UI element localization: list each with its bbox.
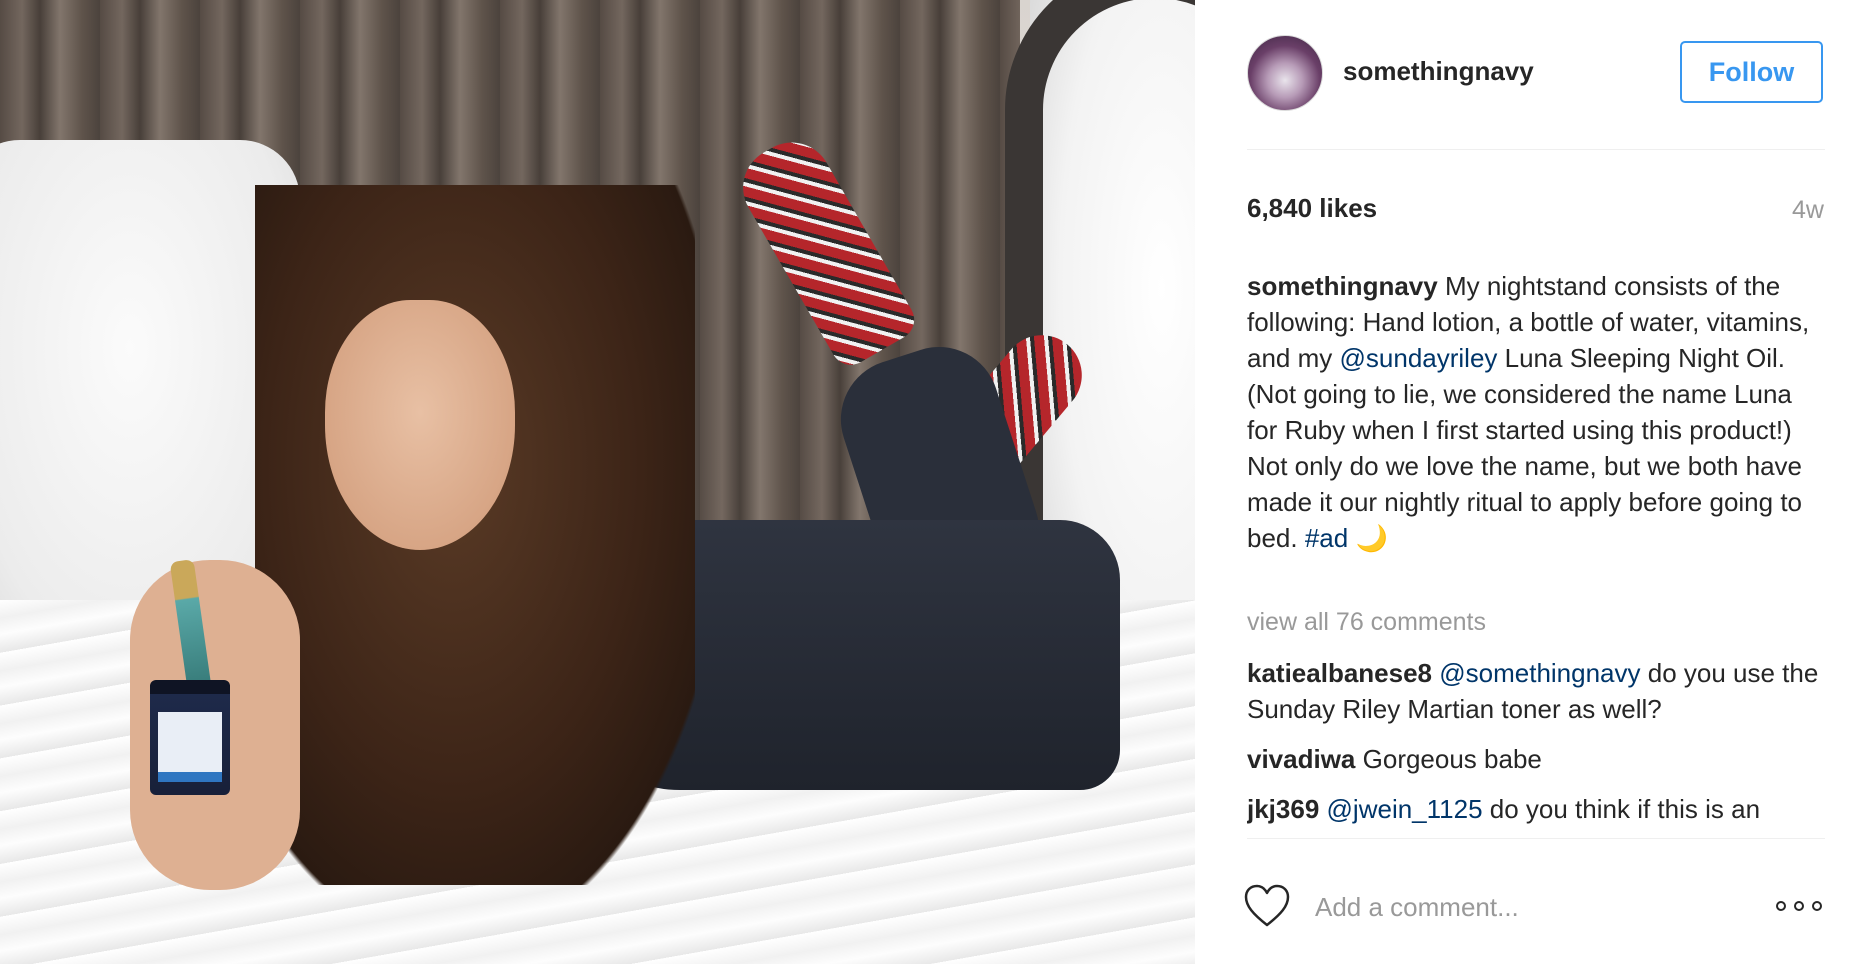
post-photo[interactable] [0, 0, 1195, 964]
moon-emoji: 🌙 [1355, 523, 1388, 553]
dot [1812, 901, 1822, 911]
post-details-panel: somethingnavy Follow 6,840 likes 4w some… [1195, 0, 1854, 964]
product-bottle [150, 680, 230, 795]
comment: vivadiwa Gorgeous babe [1247, 741, 1827, 777]
comment: jkj369 @jwein_1125 do you think if this … [1247, 791, 1827, 827]
more-options-icon[interactable] [1771, 895, 1827, 917]
comment-user[interactable]: jkj369 [1247, 794, 1319, 824]
username[interactable]: somethingnavy [1343, 56, 1534, 87]
avatar[interactable] [1247, 35, 1323, 111]
likes-count[interactable]: 6,840 likes [1247, 193, 1377, 224]
comment-user[interactable]: katiealbanese8 [1247, 658, 1432, 688]
comment-user[interactable]: vivadiwa [1247, 744, 1355, 774]
caption-text: Luna Sleeping Night Oil. (Not going to l… [1247, 343, 1803, 553]
comments-list: katiealbanese8 @somethingnavy do you use… [1247, 655, 1827, 830]
comment-mention[interactable]: @somethingnavy [1439, 658, 1640, 688]
caption-mention[interactable]: @sundayriley [1340, 343, 1498, 373]
comment-text: do you think if this is an [1482, 794, 1761, 824]
divider [1247, 838, 1825, 839]
caption-hashtag[interactable]: #ad [1305, 523, 1348, 553]
follow-button[interactable]: Follow [1680, 41, 1823, 103]
person-hair [255, 185, 695, 885]
caption: somethingnavy My nightstand consists of … [1247, 268, 1827, 556]
bottle-label [158, 712, 222, 782]
dot [1794, 901, 1804, 911]
post-header: somethingnavy Follow [1195, 0, 1854, 150]
dot [1776, 901, 1786, 911]
divider [1247, 149, 1825, 150]
caption-author[interactable]: somethingnavy [1247, 271, 1438, 301]
comment: katiealbanese8 @somethingnavy do you use… [1247, 655, 1827, 727]
add-comment-input[interactable] [1315, 890, 1715, 924]
view-all-comments-link[interactable]: view all 76 comments [1247, 608, 1486, 637]
comment-text: Gorgeous babe [1355, 744, 1542, 774]
person-face [325, 300, 515, 550]
post-age[interactable]: 4w [1792, 196, 1824, 225]
comment-mention[interactable]: @jwein_1125 [1327, 794, 1483, 824]
heart-icon[interactable] [1243, 884, 1291, 928]
